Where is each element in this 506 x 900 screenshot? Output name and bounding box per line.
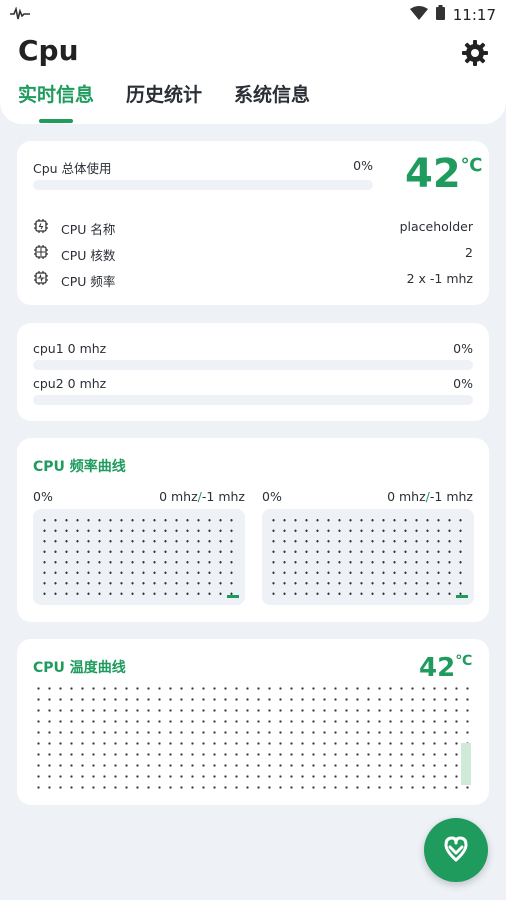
tab-bar: 实时信息 历史统计 系统信息 xyxy=(18,80,310,123)
freq-panel-2-percent: 0% xyxy=(262,489,282,504)
core-2-label: cpu2 0 mhz xyxy=(33,376,107,391)
frequency-curve-title: CPU 频率曲线 xyxy=(33,459,126,475)
freq-max: -1 mhz xyxy=(201,489,245,504)
core-2-usage-bar xyxy=(33,395,473,405)
freq-current: 0 mhz xyxy=(387,489,426,504)
temperature-value: 42 xyxy=(419,653,456,683)
cpu-cores-card: cpu1 0 mhz 0% cpu2 0 mhz 0% xyxy=(17,323,489,421)
cpu-frequency-value: 2 x -1 mhz xyxy=(406,271,473,286)
temperature-curve-value: 42℃ xyxy=(419,653,472,683)
temperature-unit: ℃ xyxy=(455,653,473,669)
tab-label: 系统信息 xyxy=(234,84,311,106)
chart-grid-dots xyxy=(39,515,239,599)
temperature-curve-title: CPU 温度曲线 xyxy=(33,660,126,676)
freq-panel-2-line xyxy=(456,595,468,598)
cpu-cores-label: CPU 核数 xyxy=(61,248,116,263)
temperature-chart xyxy=(33,683,477,793)
total-usage-bar xyxy=(33,180,373,190)
app-title: Cpu xyxy=(18,34,79,67)
freq-panel-2-frequency: 0 mhz/-1 mhz xyxy=(387,489,473,504)
cpu-summary-card: Cpu 总体使用 0% 42℃ CPU 名称 placeholder CPU 核… xyxy=(17,141,489,305)
freq-panel-1-percent: 0% xyxy=(33,489,53,504)
cpu-cores-value: 2 xyxy=(465,245,473,260)
tab-label: 历史统计 xyxy=(126,84,203,106)
freq-panel-1-chart xyxy=(33,509,245,605)
total-usage-label: Cpu 总体使用 xyxy=(33,161,112,176)
cpu-frequency-label: CPU 频率 xyxy=(61,274,116,289)
battery-icon xyxy=(435,5,445,24)
temperature-value: 42 xyxy=(405,151,461,197)
status-time: 11:17 xyxy=(452,5,496,24)
status-bar: 11:17 xyxy=(0,0,506,28)
tab-realtime[interactable]: 实时信息 xyxy=(18,80,95,123)
cpu-name-value: placeholder xyxy=(399,219,473,234)
core-1-label: cpu1 0 mhz xyxy=(33,341,107,356)
tab-indicator xyxy=(39,119,73,123)
app-header: Cpu 实时信息 历史统计 系统信息 xyxy=(0,28,506,124)
tab-label: 实时信息 xyxy=(18,84,95,106)
floating-action-button[interactable] xyxy=(424,818,488,882)
freq-max: -1 mhz xyxy=(429,489,473,504)
cpu-temperature: 42℃ xyxy=(405,151,482,197)
signal-wave-icon xyxy=(10,6,30,25)
freq-current: 0 mhz xyxy=(159,489,198,504)
freq-panel-1-line xyxy=(227,595,239,598)
core-1-percent: 0% xyxy=(453,341,473,356)
total-usage-percent: 0% xyxy=(353,158,373,173)
temperature-curve-card: CPU 温度曲线 42℃ xyxy=(17,639,489,805)
tab-system-info[interactable]: 系统信息 xyxy=(234,80,310,115)
chart-grid-dots xyxy=(268,515,468,599)
settings-gear-icon[interactable] xyxy=(460,38,490,68)
cpu-frequency-icon xyxy=(33,270,49,286)
temperature-chart-bar xyxy=(461,743,471,785)
core-1-usage-bar xyxy=(33,360,473,370)
temperature-unit: ℃ xyxy=(460,155,483,176)
freq-panel-1-frequency: 0 mhz/-1 mhz xyxy=(159,489,245,504)
freq-panel-2-chart xyxy=(262,509,474,605)
chevron-down-heart-icon xyxy=(444,836,468,862)
core-2-percent: 0% xyxy=(453,376,473,391)
cpu-grid-icon xyxy=(33,244,49,260)
cpu-chip-icon xyxy=(33,218,49,234)
cpu-name-label: CPU 名称 xyxy=(61,222,116,237)
tab-history[interactable]: 历史统计 xyxy=(126,80,202,115)
wifi-icon xyxy=(409,5,428,24)
frequency-curve-card: CPU 频率曲线 0% 0 mhz/-1 mhz 0% 0 mhz/-1 mhz xyxy=(17,438,489,622)
